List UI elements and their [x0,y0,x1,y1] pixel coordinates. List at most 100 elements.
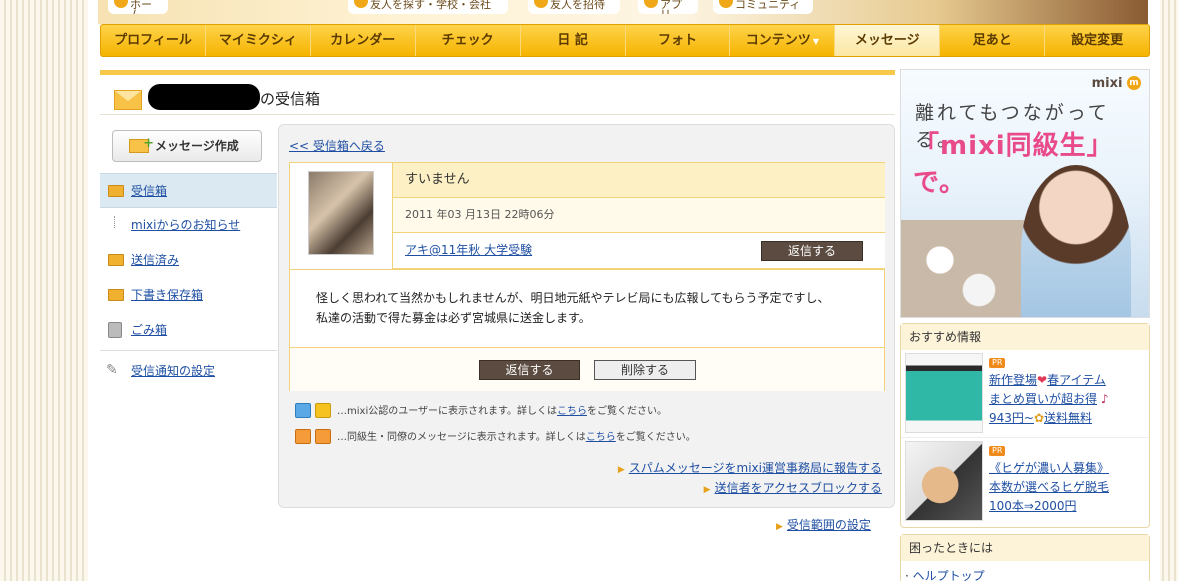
compose-label: メッセージ作成 [155,139,239,153]
recommend-link[interactable]: 送料無料 [1044,411,1092,425]
folder-icon [108,289,124,301]
mixi-logo: mixi m [1092,76,1141,91]
message-date: 2011 年03 月13日 22時06分 [392,198,885,233]
tab-profile[interactable]: プロフィール [101,25,206,56]
block-sender-link[interactable]: 送信者をアクセスブロックする [715,481,882,495]
header-nav-link[interactable]: 友人を招待 [528,0,620,14]
sidebar-item-drafts[interactable]: 下書き保存箱 [100,278,277,313]
envelope-icon [114,90,142,110]
sidebar-item-sent[interactable]: 送信済み [100,243,277,278]
recommend-item[interactable]: PR 新作登場❤春アイテム まとめ買いが超お得 ♪ 943円~✿送料無料 [901,350,1149,438]
mixi-classmate-ad[interactable]: mixi m 離れてもつながってる。 「mixi同級生」で。 [900,69,1150,318]
logo-text: mixi [1091,76,1123,91]
reply-button[interactable]: 返信する [479,360,580,380]
delete-button[interactable]: 削除する [594,360,696,380]
pr-badge: PR [989,446,1006,456]
compose-message-button[interactable]: メッセージ作成 [112,129,262,162]
message-body-line: 私達の活動で得た募金は必ず宮城県に送金します。 [316,311,591,325]
details-link[interactable]: こちら [586,432,616,443]
sidebar-item-label[interactable]: ごみ箱 [131,323,167,337]
help-top-link[interactable]: ヘルプトップ [913,569,985,581]
sidebar-item-label[interactable]: 受信箱 [131,184,167,198]
header-icon [354,0,368,8]
sidebar-item-label[interactable]: 送信済み [131,253,179,267]
back-to-inbox-link[interactable]: << 受信箱へ戻る [289,137,385,154]
header-nav-link[interactable]: アプリ [638,0,698,14]
recommend-box: おすすめ情報 PR 新作登場❤春アイテム まとめ買いが超お得 ♪ 943円~✿送… [900,323,1150,528]
wrench-icon: ✎ [106,362,118,378]
recommend-link[interactable]: 943円~ [989,411,1034,425]
recommend-link[interactable]: 本数が選べるヒゲ脱毛 [989,480,1109,494]
block-sender: ▶ 送信者をアクセスブロックする [704,479,882,496]
report-spam-link[interactable]: スパムメッセージをmixi運営事務局に報告する [629,461,882,475]
report-spam: ▶ スパムメッセージをmixi運営事務局に報告する [618,459,882,476]
sidebar-divider [100,350,277,351]
main-nav: プロフィール マイミクシィ カレンダー チェック 日 記 フォト コンテンツ ▼ … [100,24,1150,57]
recommend-link[interactable]: 《ヒゲが濃い人募集》 [989,461,1109,475]
message-body-line: 怪しく思われて当然かもしれませんが、明日地元紙やテレビ局にも広報してもらう予定で… [316,291,830,305]
header-icon [719,0,733,8]
note-text: …mixi公認のユーザーに表示されます。詳しくは [337,406,558,417]
compose-icon [129,129,154,159]
tab-diary[interactable]: 日 記 [521,25,626,56]
receive-range: ▶ 受信範囲の設定 [776,516,871,533]
tab-message[interactable]: メッセージ [835,25,941,56]
details-link[interactable]: こちら [557,406,587,417]
recommend-link[interactable]: まとめ買いが超お得 [989,392,1097,406]
note-text: …同級生・同僚のメッセージに表示されます。詳しくは [337,432,586,443]
message-actions: 返信する 削除する [290,347,884,391]
folder-icon [108,254,124,266]
tab-mymixi[interactable]: マイミクシィ [206,25,311,56]
classmate-badge-icon [295,429,333,445]
mixi-logo-icon: m [1127,76,1141,90]
tab-footprints[interactable]: 足あと [940,25,1046,56]
arrow-icon: ▶ [703,485,711,495]
official-user-note: …mixi公認のユーザーに表示されます。詳しくはこちらをご覧ください。 [295,402,667,419]
header-icon [114,0,128,8]
notification-settings[interactable]: ✎ 受信通知の設定 [106,362,215,379]
message-subject: すいません [392,163,885,198]
recommend-link[interactable]: 100本⇒2000円 [989,499,1077,513]
sidebar-item-mixi-notices[interactable]: mixiからのお知らせ [100,208,277,243]
reply-button-top[interactable]: 返信する [761,241,863,261]
recommend-item[interactable]: PR 《ヒゲが濃い人募集》 本数が選べるヒゲ脱毛 100本⇒2000円 [901,438,1149,526]
pr-badge: PR [989,358,1006,368]
arrow-icon: ▶ [776,522,783,532]
recommend-title: おすすめ情報 [901,324,1149,350]
header-nav-link[interactable]: 友人を探す・学校・会社 [348,0,508,14]
receive-range-link[interactable]: 受信範囲の設定 [787,518,871,532]
tab-photo[interactable]: フォト [626,25,731,56]
header-nav-label: コミュニティ [735,0,801,11]
ad-blossom-image [901,220,1031,317]
header-nav-link[interactable]: コミュニティ [713,0,813,14]
tab-check[interactable]: チェック [416,25,521,56]
recommend-link[interactable]: 春アイテム [1047,373,1106,387]
redacted-username [148,84,260,110]
tab-calendar[interactable]: カレンダー [311,25,416,56]
heart-icon: ❤ [1037,373,1048,387]
sidebar-item-label[interactable]: 下書き保存箱 [131,288,203,302]
skirt-image[interactable] [905,353,983,433]
sidebar-item-trash[interactable]: ごみ箱 [100,313,277,348]
sender-row: アキ@11年秋 大学受験 返信する [392,233,885,269]
tab-contents[interactable]: コンテンツ ▼ [730,25,836,56]
note-suffix: をご覧ください。 [587,406,668,417]
trash-icon [108,322,122,338]
notification-settings-link[interactable]: 受信通知の設定 [131,364,215,378]
sender-avatar[interactable] [308,171,374,255]
sender-link[interactable]: アキ@11年秋 大学受験 [405,243,532,257]
beard-ad-image[interactable] [905,441,983,521]
sidebar-item-label[interactable]: mixiからのお知らせ [131,218,240,232]
classmate-note: …同級生・同僚のメッセージに表示されます。詳しくはこちらをご覧ください。 [295,428,696,445]
header-icon [644,0,658,8]
header-nav-link[interactable]: ホーム [108,0,168,14]
folder-open-icon [108,185,124,197]
note-suffix: をご覧ください。 [615,432,696,443]
message-body: 怪しく思われて当然かもしれませんが、明日地元紙やテレビ局にも広報してもらう予定で… [290,269,884,347]
page: ホーム 友人を探す・学校・会社 友人を招待 アプリ コミュニティ プロフィール マイミク… [88,0,1160,581]
recommend-link[interactable]: 新作登場 [989,373,1037,387]
message-box: すいません 2011 年03 月13日 22時06分 アキ@11年秋 大学受験 … [289,162,885,391]
sidebar-item-inbox[interactable]: 受信箱 [100,173,277,208]
music-note-icon: ♪ [1100,392,1109,406]
tab-settings[interactable]: 設定変更 [1045,25,1149,56]
